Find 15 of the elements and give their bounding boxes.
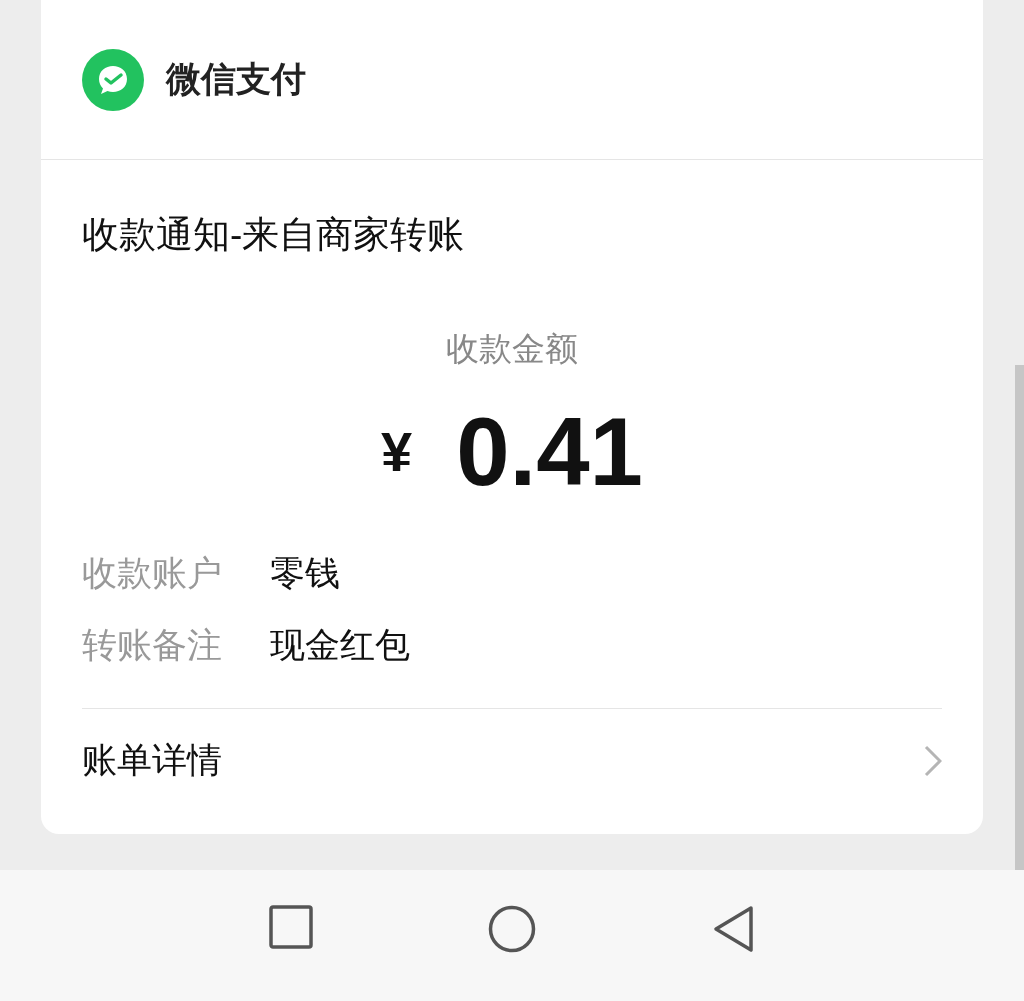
chevron-right-icon (924, 744, 942, 777)
detail-label: 转账备注 (82, 623, 222, 666)
detail-label: 收款账户 (82, 551, 222, 594)
amount-label: 收款金额 (445, 329, 579, 369)
detail-value: 现金红包 (270, 623, 410, 666)
bill-details-link[interactable]: 账单详情 (82, 734, 222, 787)
circle-icon[interactable] (488, 905, 536, 953)
back-triangle-icon[interactable] (711, 905, 755, 953)
chat-bubble-logo-icon (82, 48, 144, 111)
currency-symbol: ¥ (381, 419, 413, 485)
detail-value: 零钱 (270, 551, 340, 594)
notice-title: 收款通知-来自商家转账 (82, 213, 466, 257)
amount: 0.41 (456, 404, 643, 500)
app-title: 微信支付 (166, 58, 306, 101)
square-icon[interactable] (269, 905, 313, 949)
